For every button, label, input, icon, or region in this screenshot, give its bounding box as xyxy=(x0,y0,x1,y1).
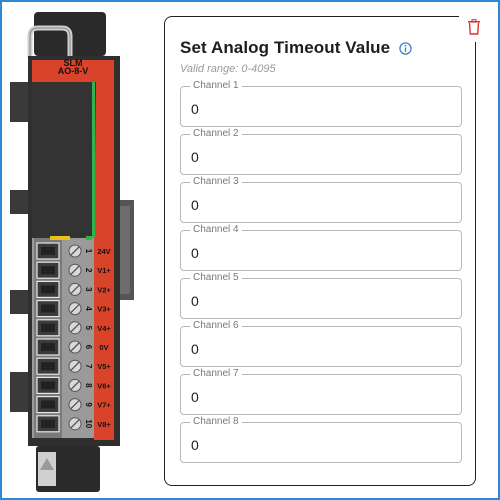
terminal-label: 24V xyxy=(97,247,110,256)
channel-field-6[interactable]: Channel 6 xyxy=(180,320,462,367)
terminal-label: V4+ xyxy=(97,324,111,333)
terminal-label: V7+ xyxy=(97,401,111,410)
channel-value-input[interactable] xyxy=(191,388,451,406)
terminal-number: 5 xyxy=(84,326,93,331)
terminal-label: V2+ xyxy=(97,285,111,294)
terminal-number: 6 xyxy=(84,345,93,350)
terminal-label: V1+ xyxy=(97,266,111,275)
terminal-number: 2 xyxy=(84,268,93,273)
terminal-label: V6+ xyxy=(97,381,111,390)
terminal-label: V5+ xyxy=(97,362,111,371)
terminal-number: 3 xyxy=(84,287,93,292)
terminal-number: 1 xyxy=(84,249,93,254)
channel-value-input[interactable] xyxy=(191,196,451,214)
io-module-illustration: 1 24V 2 V1+ 3 V2+ 4 V3+ 5 V4+ 6 0V 7 V5+ 8 V6+ 9 V7+ 10 V8+… xyxy=(0,0,160,500)
channel-label: Channel 5 xyxy=(190,272,242,283)
terminal-label: V3+ xyxy=(97,305,111,314)
channel-value-input[interactable] xyxy=(191,292,451,310)
device-brand: SLM xyxy=(64,58,83,68)
terminal-number: 8 xyxy=(84,383,93,388)
terminal-number: 9 xyxy=(84,402,93,407)
channel-field-1[interactable]: Channel 1 xyxy=(180,80,462,127)
info-icon[interactable] xyxy=(398,41,412,55)
channel-label: Channel 4 xyxy=(190,224,242,235)
analog-timeout-dialog: Set Analog Timeout Value Valid range: 0-… xyxy=(164,16,476,486)
channel-label: Channel 7 xyxy=(190,368,242,379)
channel-field-8[interactable]: Channel 8 xyxy=(180,416,462,463)
channel-field-3[interactable]: Channel 3 xyxy=(180,176,462,223)
channel-value-input[interactable] xyxy=(191,100,451,118)
channel-label: Channel 1 xyxy=(190,80,242,91)
terminal-number: 4 xyxy=(84,306,93,311)
terminal-label: 0V xyxy=(99,343,108,352)
terminal-label: V8+ xyxy=(97,420,111,429)
channel-label: Channel 8 xyxy=(190,416,242,427)
channel-label: Channel 3 xyxy=(190,176,242,187)
channel-label: Channel 6 xyxy=(190,320,242,331)
channel-field-5[interactable]: Channel 5 xyxy=(180,272,462,319)
channel-field-2[interactable]: Channel 2 xyxy=(180,128,462,175)
valid-range-hint: Valid range: 0-4095 xyxy=(180,63,276,75)
channel-value-input[interactable] xyxy=(191,148,451,166)
channel-value-input[interactable] xyxy=(191,340,451,358)
channel-fields: Channel 1 Channel 2 Channel 3 Channel 4 Chan… xyxy=(180,80,462,463)
delete-button[interactable] xyxy=(459,12,489,42)
channel-value-input[interactable] xyxy=(191,244,451,262)
terminal-number: 7 xyxy=(84,364,93,369)
terminal-number: 10 xyxy=(84,419,93,428)
channel-label: Channel 2 xyxy=(190,128,242,139)
channel-field-4[interactable]: Channel 4 xyxy=(180,224,462,271)
channel-field-7[interactable]: Channel 7 xyxy=(180,368,462,415)
channel-value-input[interactable] xyxy=(191,436,451,454)
dialog-title: Set Analog Timeout Value xyxy=(180,38,391,57)
trash-icon xyxy=(468,19,480,35)
